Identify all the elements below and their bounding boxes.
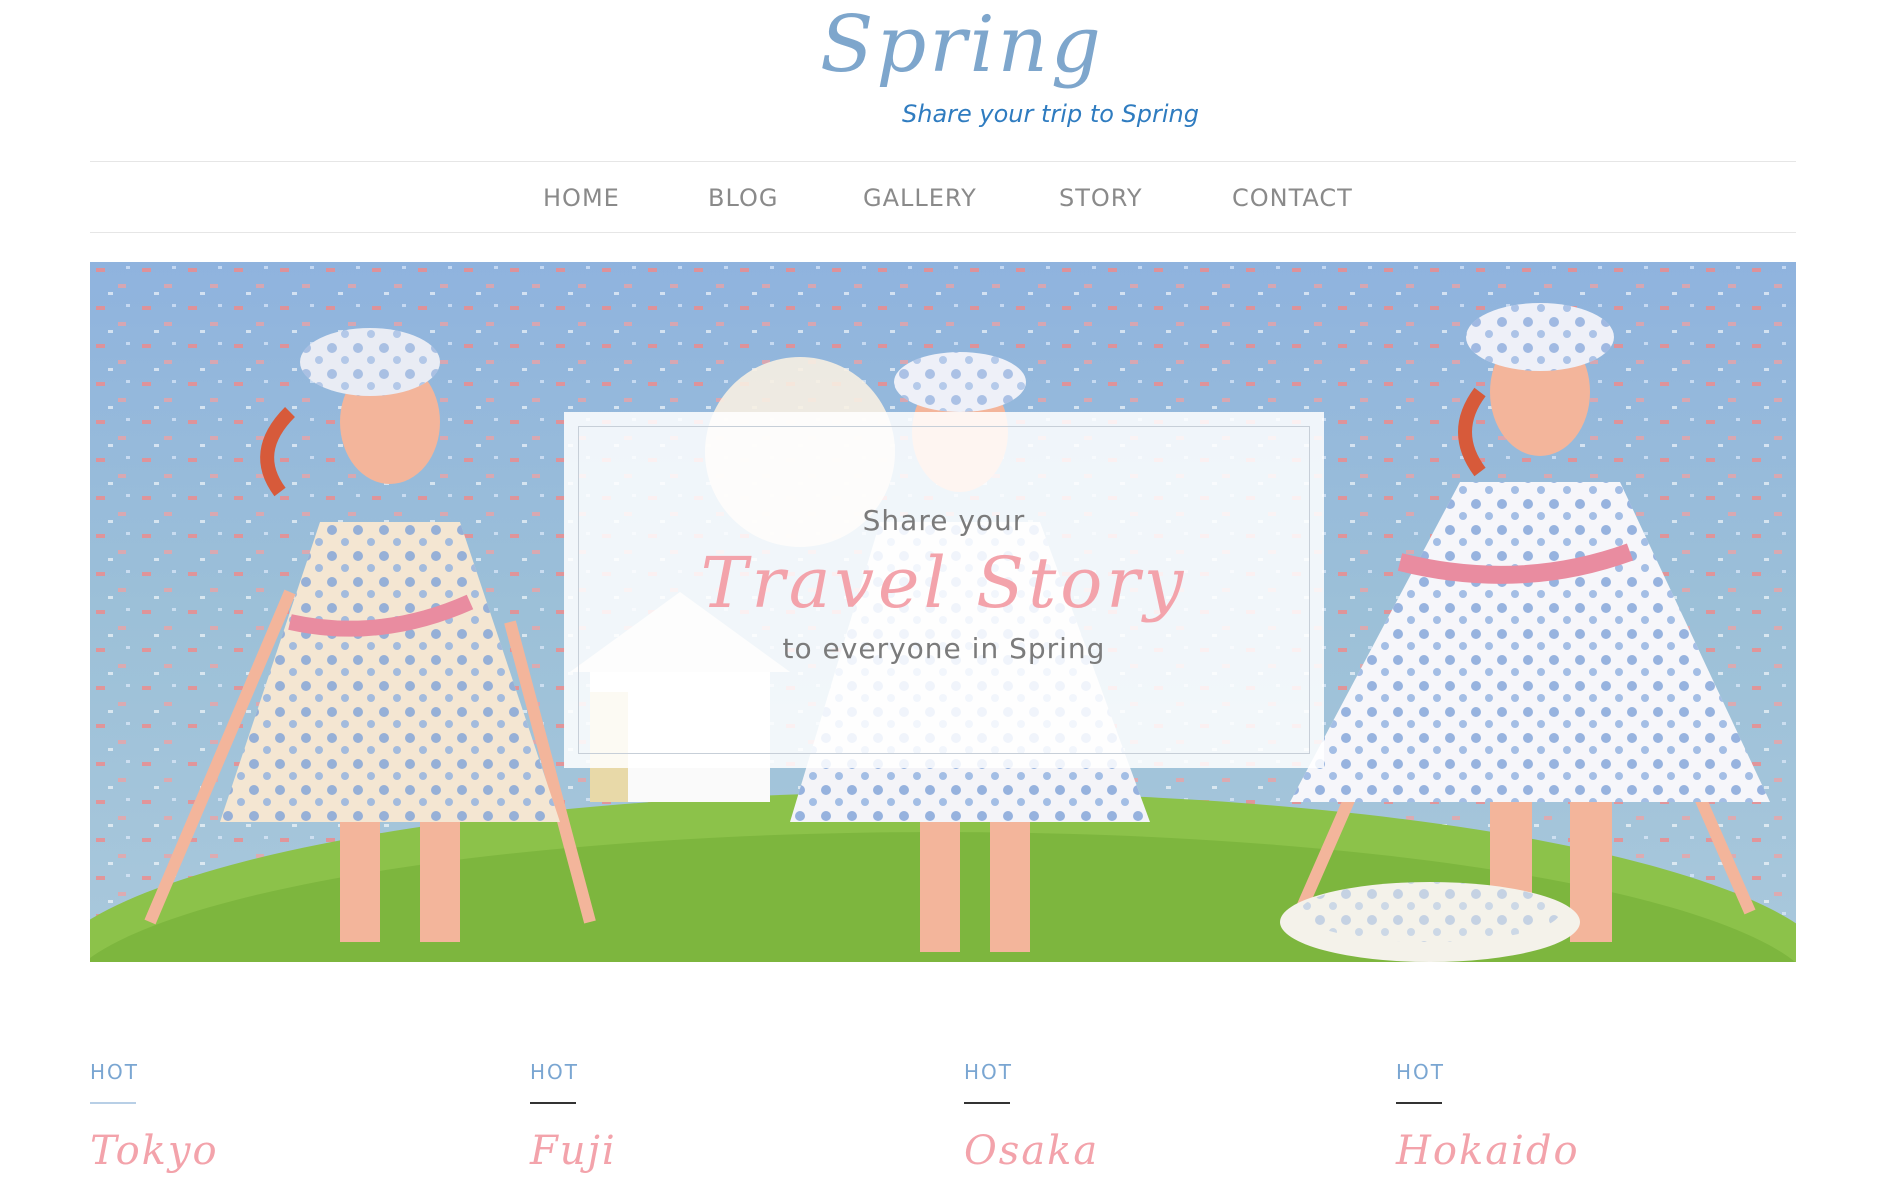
hero-banner: Share your Travel Story to everyone in S…: [90, 262, 1796, 962]
card-divider: [90, 1102, 136, 1104]
nav-item-home[interactable]: HOME: [543, 184, 620, 212]
hero-title: Travel Story: [700, 542, 1188, 624]
nav-item-story[interactable]: STORY: [1059, 184, 1143, 212]
hero-overlay-card: Share your Travel Story to everyone in S…: [564, 412, 1324, 768]
destination-card-hokaido[interactable]: HOT Hokaido: [1396, 1060, 1756, 1180]
hot-badge: HOT: [964, 1060, 1013, 1084]
site-logo[interactable]: Spring: [820, 6, 1104, 84]
nav-item-gallery[interactable]: GALLERY: [863, 184, 977, 212]
hot-badge: HOT: [530, 1060, 579, 1084]
hot-badge: HOT: [1396, 1060, 1445, 1084]
site-tagline: Share your trip to Spring: [902, 100, 1199, 128]
card-divider: [1396, 1102, 1442, 1104]
site-header: Spring Share your trip to Spring: [0, 0, 1884, 160]
hero-kicker: Share your: [862, 504, 1026, 537]
hero-subtitle: to everyone in Spring: [782, 632, 1106, 665]
destination-card-osaka[interactable]: HOT Osaka: [964, 1060, 1324, 1180]
nav-item-contact[interactable]: CONTACT: [1232, 184, 1353, 212]
hot-badge: HOT: [90, 1060, 139, 1084]
card-title[interactable]: Fuji: [530, 1128, 617, 1174]
card-title[interactable]: Hokaido: [1396, 1128, 1580, 1174]
nav-item-blog[interactable]: BLOG: [708, 184, 778, 212]
card-title[interactable]: Tokyo: [90, 1128, 219, 1174]
card-divider: [530, 1102, 576, 1104]
card-title[interactable]: Osaka: [964, 1128, 1099, 1174]
destination-card-tokyo[interactable]: HOT Tokyo: [90, 1060, 450, 1180]
main-nav: HOME BLOG GALLERY STORY CONTACT: [90, 161, 1796, 233]
card-divider: [964, 1102, 1010, 1104]
destination-card-fuji[interactable]: HOT Fuji: [530, 1060, 890, 1180]
